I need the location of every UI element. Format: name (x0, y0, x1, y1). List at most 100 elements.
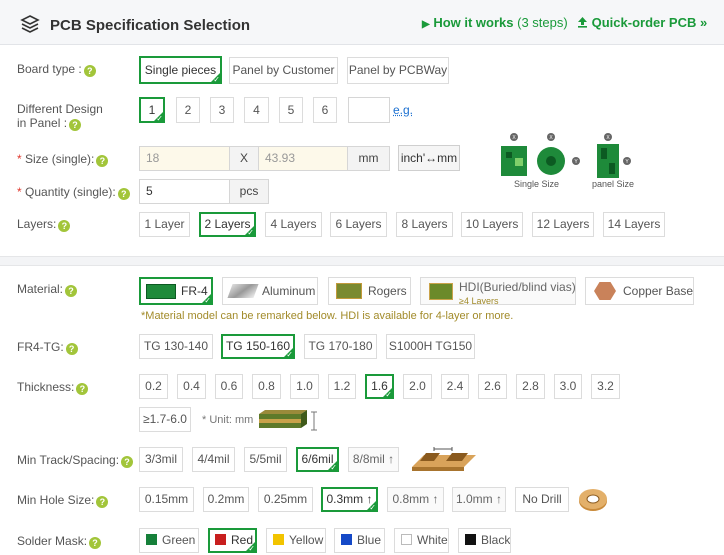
different-design-label: Different Design in Panel :? (17, 102, 103, 131)
help-icon[interactable]: ? (69, 119, 82, 131)
track-option-3-3[interactable]: 3/3mil (139, 447, 183, 472)
layer-option-6[interactable]: 6 Layers (330, 212, 387, 237)
track-option-8-8[interactable]: 8/8mil ↑ (348, 447, 399, 472)
material-aluminum-label: Aluminum (262, 284, 316, 298)
hole-option-0-15[interactable]: 0.15mm (139, 487, 194, 512)
hole-option-0-3[interactable]: 0.3mm ↑ (321, 487, 378, 512)
material-aluminum[interactable]: Aluminum (222, 277, 318, 305)
mask-option-blue[interactable]: Blue (334, 528, 385, 553)
material-hdi-label: HDI(Buried/blind vias) (459, 280, 576, 294)
help-icon[interactable]: ? (121, 456, 134, 468)
page-title: PCB Specification Selection (50, 17, 251, 34)
material-fr4[interactable]: FR-4 (139, 277, 213, 305)
thickness-option-3-2[interactable]: 3.2 (591, 374, 620, 399)
layer-option-1[interactable]: 1 Layer (139, 212, 190, 237)
help-icon[interactable]: ? (96, 155, 109, 167)
mask-white-label: White (417, 533, 448, 547)
green-swatch-icon (146, 534, 157, 545)
help-icon[interactable]: ? (96, 496, 109, 508)
thickness-option-0-6[interactable]: 0.6 (215, 374, 243, 399)
material-rogers[interactable]: Rogers (328, 277, 411, 305)
solder-mask-label: Solder Mask:? (17, 534, 102, 549)
how-it-works-link[interactable]: ▶ How it works (3 steps) (422, 15, 568, 30)
quick-order-link[interactable]: Quick-order PCB » (577, 15, 707, 30)
hole-option-0-2[interactable]: 0.2mm (203, 487, 249, 512)
design-option-3[interactable]: 3 (210, 97, 234, 123)
help-icon[interactable]: ? (117, 188, 130, 200)
help-icon[interactable]: ? (83, 65, 96, 77)
thickness-option-1-6[interactable]: 1.6 (365, 374, 394, 399)
layer-option-14[interactable]: 14 Layers (603, 212, 665, 237)
track-option-5-5[interactable]: 5/5mil (244, 447, 287, 472)
tg-option-150-160[interactable]: TG 150-160 (221, 334, 295, 359)
layer-option-4[interactable]: 4 Layers (265, 212, 322, 237)
quantity-unit: pcs (229, 179, 269, 204)
help-icon[interactable]: ? (65, 285, 78, 297)
panel-size-caption: panel Size (592, 179, 635, 189)
mask-option-white[interactable]: White (394, 528, 449, 553)
aluminum-board-icon (227, 284, 259, 298)
tg-option-130-140[interactable]: TG 130-140 (139, 334, 213, 359)
thickness-option-2-6[interactable]: 2.6 (478, 374, 507, 399)
thickness-option-2-4[interactable]: 2.4 (441, 374, 469, 399)
thickness-option-1-0[interactable]: 1.0 (290, 374, 319, 399)
layer-option-12[interactable]: 12 Layers (532, 212, 594, 237)
material-hdi[interactable]: HDI(Buried/blind vias) ≥4 Layers (420, 277, 576, 305)
design-option-2[interactable]: 2 (176, 97, 200, 123)
mask-option-green[interactable]: Green (139, 528, 199, 553)
unit-convert-button[interactable]: inch'↔mm (398, 145, 460, 171)
size-diagram-image: X X Y X Y Single Size panel Size (498, 132, 638, 190)
thickness-option-1-2[interactable]: 1.2 (328, 374, 356, 399)
thickness-option-0-8[interactable]: 0.8 (252, 374, 281, 399)
min-track-label: Min Track/Spacing:? (17, 453, 134, 468)
material-note: *Material model can be remarked below. H… (141, 310, 514, 322)
tg-option-s1000h[interactable]: S1000H TG150 (386, 334, 475, 359)
help-icon[interactable]: ? (89, 537, 102, 549)
board-type-panel-by-customer[interactable]: Panel by Customer (229, 57, 338, 84)
thickness-option-2-0[interactable]: 2.0 (403, 374, 432, 399)
track-option-6-6[interactable]: 6/6mil (296, 447, 339, 472)
tg-option-170-180[interactable]: TG 170-180 (304, 334, 377, 359)
size-unit: mm (347, 146, 390, 171)
help-icon[interactable]: ? (76, 383, 89, 395)
material-copper-base[interactable]: Copper Base (585, 277, 694, 305)
size-height-input[interactable]: 43.93 (258, 146, 348, 171)
hole-option-0-25[interactable]: 0.25mm (258, 487, 313, 512)
hole-option-no-drill[interactable]: No Drill (515, 487, 569, 512)
mask-option-yellow[interactable]: Yellow (266, 528, 326, 553)
thickness-option-0-4[interactable]: 0.4 (177, 374, 206, 399)
board-type-single-pieces[interactable]: Single pieces (139, 56, 222, 84)
size-width-input[interactable]: 18 (139, 146, 230, 171)
material-fr4-label: FR-4 (181, 284, 208, 298)
material-copper-base-label: Copper Base (623, 284, 694, 298)
design-option-6[interactable]: 6 (313, 97, 337, 123)
thickness-option-3-0[interactable]: 3.0 (554, 374, 582, 399)
mask-yellow-label: Yellow (289, 533, 324, 547)
design-option-4[interactable]: 4 (244, 97, 269, 123)
hole-option-0-8[interactable]: 0.8mm ↑ (387, 487, 444, 512)
layer-option-8[interactable]: 8 Layers (396, 212, 453, 237)
size-label: * Size (single):? (17, 152, 109, 167)
mask-option-black[interactable]: Black (458, 528, 511, 553)
board-type-panel-by-pcbway[interactable]: Panel by PCBWay (347, 57, 449, 84)
track-option-4-4[interactable]: 4/4mil (192, 447, 235, 472)
thickness-label: Thickness:? (17, 380, 89, 395)
hole-option-1-0[interactable]: 1.0mm ↑ (452, 487, 506, 512)
design-option-1[interactable]: 1 (139, 97, 165, 123)
fr4-board-icon (146, 284, 176, 299)
help-icon[interactable]: ? (58, 220, 71, 232)
mask-option-red[interactable]: Red (208, 528, 257, 553)
design-option-5[interactable]: 5 (279, 97, 303, 123)
thickness-option-0-2[interactable]: 0.2 (139, 374, 168, 399)
eg-link[interactable]: e.g. (393, 103, 413, 117)
thickness-option-2-8[interactable]: 2.8 (516, 374, 545, 399)
thickness-option-custom[interactable]: ≥1.7-6.0 (139, 407, 191, 432)
rogers-board-icon (336, 283, 362, 299)
single-size-caption: Single Size (514, 179, 560, 189)
quantity-input[interactable]: 5 (139, 179, 230, 204)
help-icon[interactable]: ? (65, 343, 78, 355)
layer-option-2[interactable]: 2 Layers (199, 212, 256, 237)
design-count-input[interactable] (348, 97, 390, 123)
upload-arrow-icon (577, 15, 592, 30)
layer-option-10[interactable]: 10 Layers (461, 212, 523, 237)
